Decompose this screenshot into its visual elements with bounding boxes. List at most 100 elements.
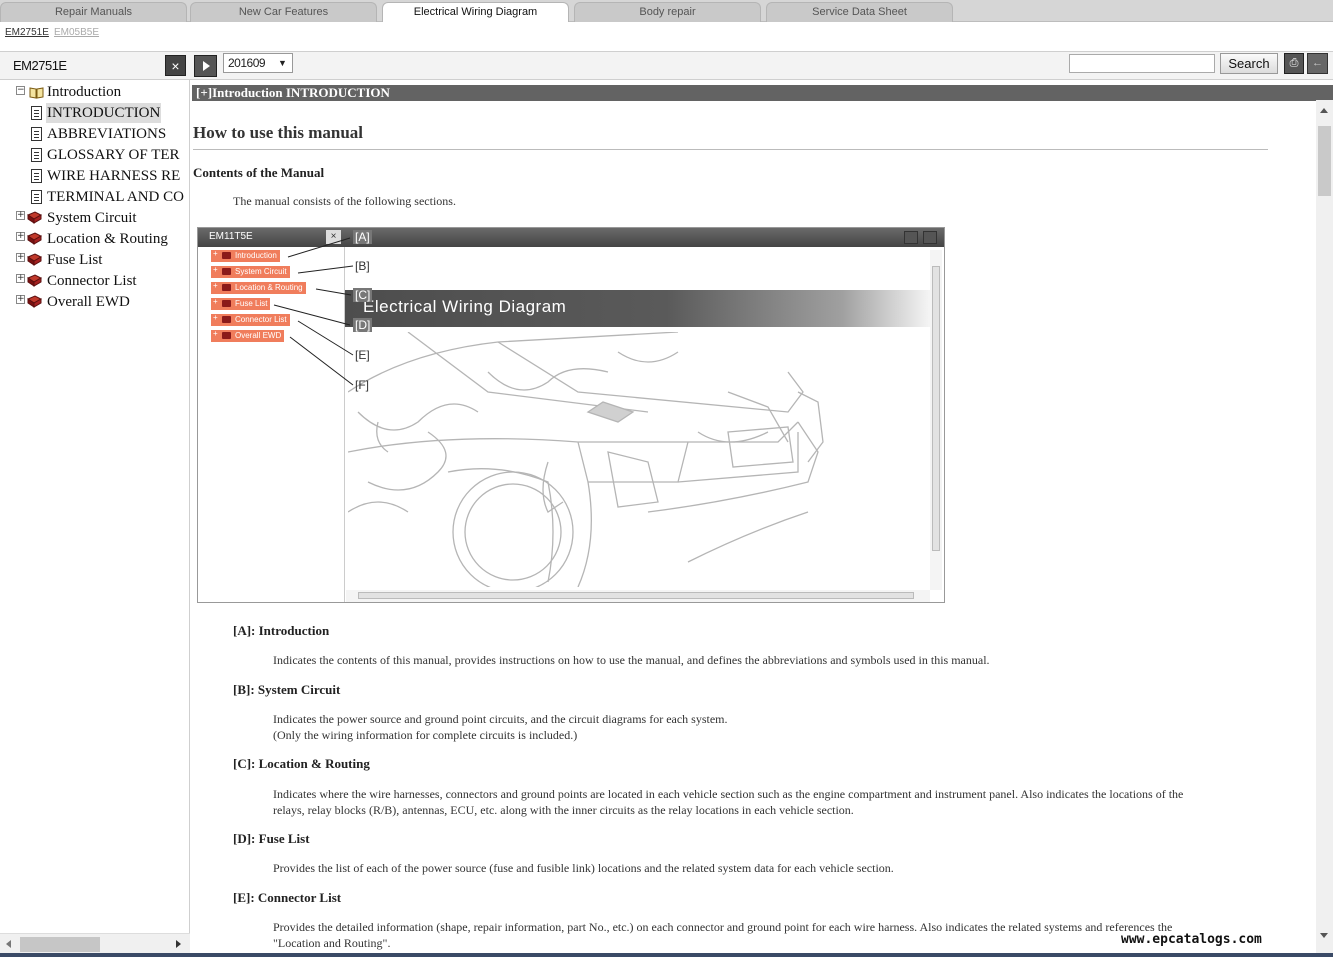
callout-d: [D] — [353, 318, 373, 332]
callout-e: [E] — [355, 348, 370, 362]
expand-toggle-icon[interactable]: + — [16, 253, 25, 262]
item-body-a: Indicates the contents of this manual, p… — [273, 652, 1273, 668]
tree-label: GLOSSARY OF TER — [47, 147, 180, 163]
toolbar: EM2751E × 201609 ▼ Search ⎙ ← — [0, 52, 1333, 80]
tree-label: WIRE HARNESS RE — [47, 168, 181, 184]
tree-horizontal-scrollbar[interactable] — [0, 933, 190, 953]
book-icon — [27, 295, 42, 308]
tree-label: Location & Routing — [47, 231, 168, 247]
item-heading-b: [B]: System Circuit — [233, 682, 341, 697]
close-document-button[interactable]: × — [165, 55, 186, 76]
tree-item-location-routing[interactable]: + Location & Routing — [16, 229, 189, 249]
doc-link-em2751e[interactable]: EM2751E — [5, 27, 49, 38]
print-button[interactable]: ⎙ — [1284, 53, 1304, 74]
scrollbar-thumb — [358, 592, 914, 599]
callout-f: [F] — [355, 378, 369, 392]
tree-label: Connector List — [47, 273, 137, 289]
scroll-left-icon[interactable] — [6, 940, 11, 948]
item-line: Provides the list of each of the power s… — [273, 861, 894, 875]
figure-banner: Electrical Wiring Diagram — [345, 290, 930, 327]
figure-item-connector-list: Connector List — [211, 312, 290, 326]
document-title: EM2751E — [13, 58, 67, 73]
tab-new-car-features[interactable]: New Car Features — [190, 2, 377, 22]
vehicle-wiring-illustration — [348, 332, 824, 587]
section-header[interactable]: [+]Introduction INTRODUCTION — [192, 85, 1333, 101]
tree-label: TERMINAL AND CO — [47, 189, 184, 205]
back-button[interactable]: ← — [1307, 53, 1328, 74]
figure-vertical-scrollbar — [930, 250, 942, 590]
book-icon — [27, 253, 42, 266]
figure-item-fuse-list: Fuse List — [211, 296, 271, 310]
tree-item-introduction-page[interactable]: INTRODUCTION — [31, 103, 189, 123]
expand-toggle-icon[interactable]: + — [16, 232, 25, 241]
item-line: (Only the wiring information for complet… — [273, 728, 578, 742]
expand-toggle-icon[interactable]: + — [16, 295, 25, 304]
scroll-right-icon[interactable] — [176, 940, 181, 948]
scrollbar-thumb[interactable] — [20, 937, 100, 952]
tree-label: Introduction — [47, 84, 122, 100]
figure-tree: Introduction System Circuit Location & R… — [198, 247, 345, 602]
scroll-down-icon[interactable] — [1320, 933, 1328, 938]
tree-item-glossary[interactable]: GLOSSARY OF TER — [31, 145, 189, 165]
document-page-icon — [31, 106, 42, 120]
figure-item-introduction: Introduction — [211, 248, 280, 262]
tree-label: ABBREVIATIONS — [47, 126, 167, 142]
figure-item-location-routing: Location & Routing — [211, 280, 306, 294]
tree-item-wire-harness[interactable]: WIRE HARNESS RE — [31, 166, 189, 186]
tree-label: System Circuit — [47, 210, 137, 226]
item-body-d: Provides the list of each of the power s… — [273, 860, 1273, 876]
tab-repair-manuals[interactable]: Repair Manuals — [0, 2, 187, 22]
page-title: How to use this manual — [193, 123, 364, 142]
tree-label: INTRODUCTION — [46, 103, 162, 123]
item-body-c: Indicates where the wire harnesses, conn… — [273, 786, 1273, 818]
figure-title: EM11T5E — [209, 231, 253, 242]
open-book-icon — [29, 87, 44, 99]
document-id-row: EM2751E EM05B5E — [0, 22, 1333, 52]
tab-service-data-sheet[interactable]: Service Data Sheet — [766, 2, 953, 22]
close-icon: × — [171, 58, 180, 74]
figure-item-overall-ewd: Overall EWD — [211, 328, 285, 342]
tree-item-overall-ewd[interactable]: + Overall EWD — [16, 292, 189, 312]
tree-item-abbreviations[interactable]: ABBREVIATIONS — [31, 124, 189, 144]
subsection-title: Contents of the Manual — [193, 165, 325, 180]
print-icon — [904, 231, 918, 244]
expand-panel-button[interactable] — [194, 55, 217, 77]
tab-electrical-wiring-diagram[interactable]: Electrical Wiring Diagram — [382, 2, 569, 23]
version-select[interactable]: 201609 ▼ — [223, 53, 293, 73]
watermark-text: www.epcatalogs.com — [1121, 932, 1262, 947]
tab-body-repair[interactable]: Body repair — [574, 2, 761, 22]
figure-item-system-circuit: System Circuit — [211, 264, 290, 278]
item-line: Indicates the power source and ground po… — [273, 712, 728, 726]
item-body-b: Indicates the power source and ground po… — [273, 711, 1273, 743]
item-heading-e: [E]: Connector List — [233, 890, 342, 905]
tab-bar: Repair Manuals New Car Features Electric… — [0, 0, 1333, 23]
expand-toggle-icon[interactable]: + — [16, 211, 25, 220]
tree-label: Fuse List — [47, 252, 103, 268]
search-button[interactable]: Search — [1220, 53, 1278, 74]
tree-item-connector-list[interactable]: + Connector List — [16, 271, 189, 291]
doc-link-em05b5e[interactable]: EM05B5E — [54, 27, 99, 38]
search-input[interactable] — [1069, 54, 1215, 73]
figure-horizontal-scrollbar — [346, 590, 930, 602]
scroll-up-icon[interactable] — [1320, 108, 1328, 113]
tree-item-introduction[interactable]: − Introduction — [16, 82, 189, 102]
tree-label: Overall EWD — [47, 294, 130, 310]
item-line: relays, relay blocks (R/B), antennas, EC… — [273, 803, 854, 817]
callout-b: [B] — [355, 259, 370, 273]
tree-item-system-circuit[interactable]: + System Circuit — [16, 208, 189, 228]
collapse-toggle-icon[interactable]: − — [16, 86, 25, 95]
back-arrow-icon: ← — [1312, 57, 1323, 69]
item-line: Indicates where the wire harnesses, conn… — [273, 787, 1184, 801]
content-vertical-scrollbar[interactable] — [1316, 100, 1333, 953]
scrollbar-thumb[interactable] — [1318, 126, 1331, 196]
expand-toggle-icon[interactable]: + — [16, 274, 25, 283]
tree-item-fuse-list[interactable]: + Fuse List — [16, 250, 189, 270]
heading-divider — [193, 149, 1268, 150]
document-page-icon — [31, 148, 42, 162]
back-arrow-icon — [923, 231, 937, 244]
scrollbar-thumb — [932, 266, 940, 551]
print-icon: ⎙ — [1289, 57, 1299, 69]
tree-item-terminal[interactable]: TERMINAL AND CO — [31, 187, 189, 207]
item-heading-c: [C]: Location & Routing — [233, 756, 370, 771]
callout-c: [C] — [353, 288, 373, 302]
